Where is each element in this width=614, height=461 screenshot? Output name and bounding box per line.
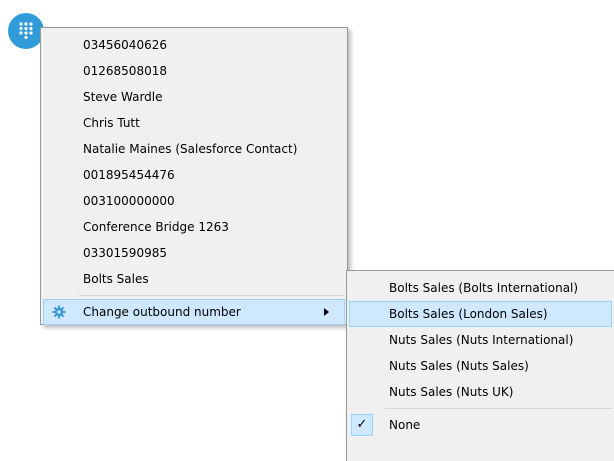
none-label: None: [389, 418, 421, 432]
screen: 03456040626 01268508018 Steve Wardle Chr…: [0, 0, 614, 461]
change-outbound-number-item[interactable]: Change outbound number: [43, 299, 345, 325]
menu-separator: [385, 408, 612, 409]
outbound-option[interactable]: Nuts Sales (Nuts Sales): [347, 353, 614, 379]
outbound-number-submenu: Bolts Sales (Bolts International) Bolts …: [346, 270, 614, 461]
dialpad-grid-icon: [19, 22, 33, 40]
menu-item-contact[interactable]: Steve Wardle: [41, 84, 347, 110]
menu-item-number[interactable]: 001895454476: [41, 162, 347, 188]
menu-item-number[interactable]: 03456040626: [41, 32, 347, 58]
outbound-option[interactable]: Nuts Sales (Nuts International): [347, 327, 614, 353]
outbound-option-highlighted[interactable]: Bolts Sales (London Sales): [349, 301, 612, 327]
submenu-arrow-icon: [324, 308, 329, 316]
checkmark-icon: ✓: [351, 414, 373, 436]
menu-item-number[interactable]: 01268508018: [41, 58, 347, 84]
dialpad-icon[interactable]: [8, 13, 44, 49]
change-outbound-number-label: Change outbound number: [83, 305, 241, 319]
outbound-option[interactable]: Bolts Sales (Bolts International): [347, 275, 614, 301]
outbound-option[interactable]: Nuts Sales (Nuts UK): [347, 379, 614, 405]
menu-item-conference[interactable]: Conference Bridge 1263: [41, 214, 347, 240]
menu-item-number[interactable]: 03301590985: [41, 240, 347, 266]
gear-icon: [52, 305, 66, 319]
menu-item-contact[interactable]: Chris Tutt: [41, 110, 347, 136]
menu-separator: [79, 295, 345, 296]
outbound-option-none[interactable]: ✓ None: [347, 412, 614, 438]
recent-numbers-menu: 03456040626 01268508018 Steve Wardle Chr…: [40, 27, 348, 325]
menu-item-number[interactable]: 003100000000: [41, 188, 347, 214]
menu-item-contact[interactable]: Natalie Maines (Salesforce Contact): [41, 136, 347, 162]
menu-item-group[interactable]: Bolts Sales: [41, 266, 347, 292]
